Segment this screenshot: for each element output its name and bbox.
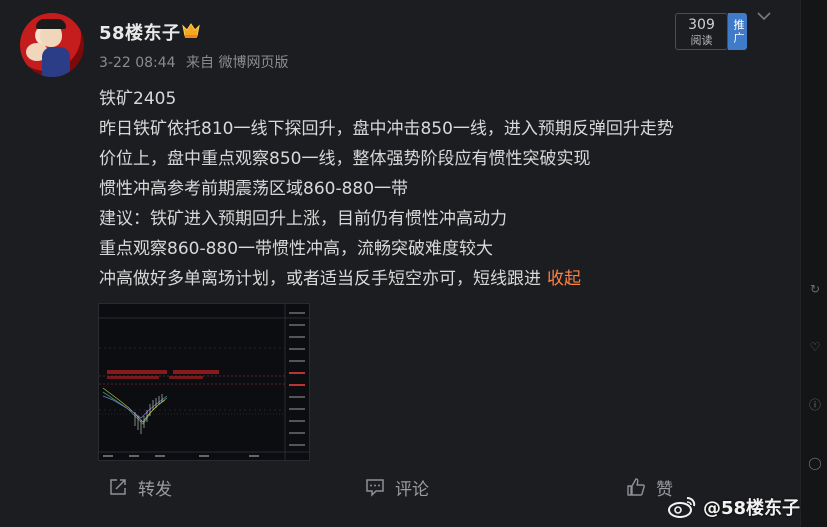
post-line: 铁矿2405: [99, 89, 177, 109]
watermark-text: @58楼东子: [703, 498, 801, 519]
collapse-link[interactable]: 收起: [547, 269, 581, 289]
avatar[interactable]: [20, 13, 84, 77]
candlestick-chart-image: [99, 304, 309, 460]
right-side-rail: ↻ ♡ ⓘ ◯: [800, 0, 827, 527]
thumbs-up-icon: [627, 478, 645, 496]
post-meta: 3-22 08:44 来自 微博网页版: [99, 52, 288, 72]
repost-button[interactable]: 转发: [108, 474, 172, 500]
post-content: 铁矿2405 昨日铁矿依托810一线下探回升，盘中冲击850一线，进入预期反弹回…: [99, 84, 789, 294]
post-line-last: 冲高做好多单离场计划，或者适当反手短空亦可，短线跟进 收起: [99, 264, 789, 294]
message-icon[interactable]: ◯: [808, 456, 822, 470]
comment-button[interactable]: 评论: [365, 474, 429, 500]
post-line: 价位上，盘中重点观察850一线，整体强势阶段应有惯性突破实现: [99, 149, 591, 169]
comment-label: 评论: [395, 479, 429, 500]
weibo-watermark: @58楼东子: [667, 494, 800, 520]
post-line: 建议：铁矿进入预期回升上涨，目前仍有惯性冲高动力: [99, 209, 507, 229]
post-line: 重点观察860-880一带惯性冲高，流畅突破难度较大: [99, 239, 494, 259]
promote-button[interactable]: 推广: [728, 13, 747, 50]
weibo-post-card: 58楼东子 3-22 08:44 来自 微博网页版 309 阅读 推广 铁矿24…: [0, 0, 800, 527]
refresh-icon[interactable]: ↻: [808, 282, 822, 296]
post-image-thumbnail[interactable]: [98, 303, 310, 461]
username[interactable]: 58楼东子: [99, 19, 181, 45]
comment-icon: [366, 479, 384, 497]
post-source: 来自 微博网页版: [186, 55, 289, 71]
post-line: 惯性冲高参考前期震荡区域860-880一带: [99, 179, 409, 199]
post-line: 冲高做好多单离场计划，或者适当反手短空亦可，短线跟进: [99, 269, 541, 289]
vip-crown-icon[interactable]: [181, 21, 201, 39]
repost-label: 转发: [138, 479, 172, 500]
chevron-down-icon[interactable]: [756, 10, 772, 22]
reads-label: 阅读: [690, 34, 713, 47]
post-line: 昨日铁矿依托810一线下探回升，盘中冲击850一线，进入预期反弹回升走势: [99, 119, 674, 139]
like-button[interactable]: 赞: [626, 474, 673, 500]
post-time[interactable]: 3-22 08:44: [99, 55, 176, 71]
alert-icon[interactable]: ⓘ: [808, 398, 822, 412]
reads-count: 309: [688, 17, 715, 33]
heart-icon[interactable]: ♡: [808, 340, 822, 354]
weibo-logo-icon: [668, 497, 696, 518]
repost-icon: [110, 479, 126, 495]
reads-counter: 309 阅读: [675, 13, 728, 50]
